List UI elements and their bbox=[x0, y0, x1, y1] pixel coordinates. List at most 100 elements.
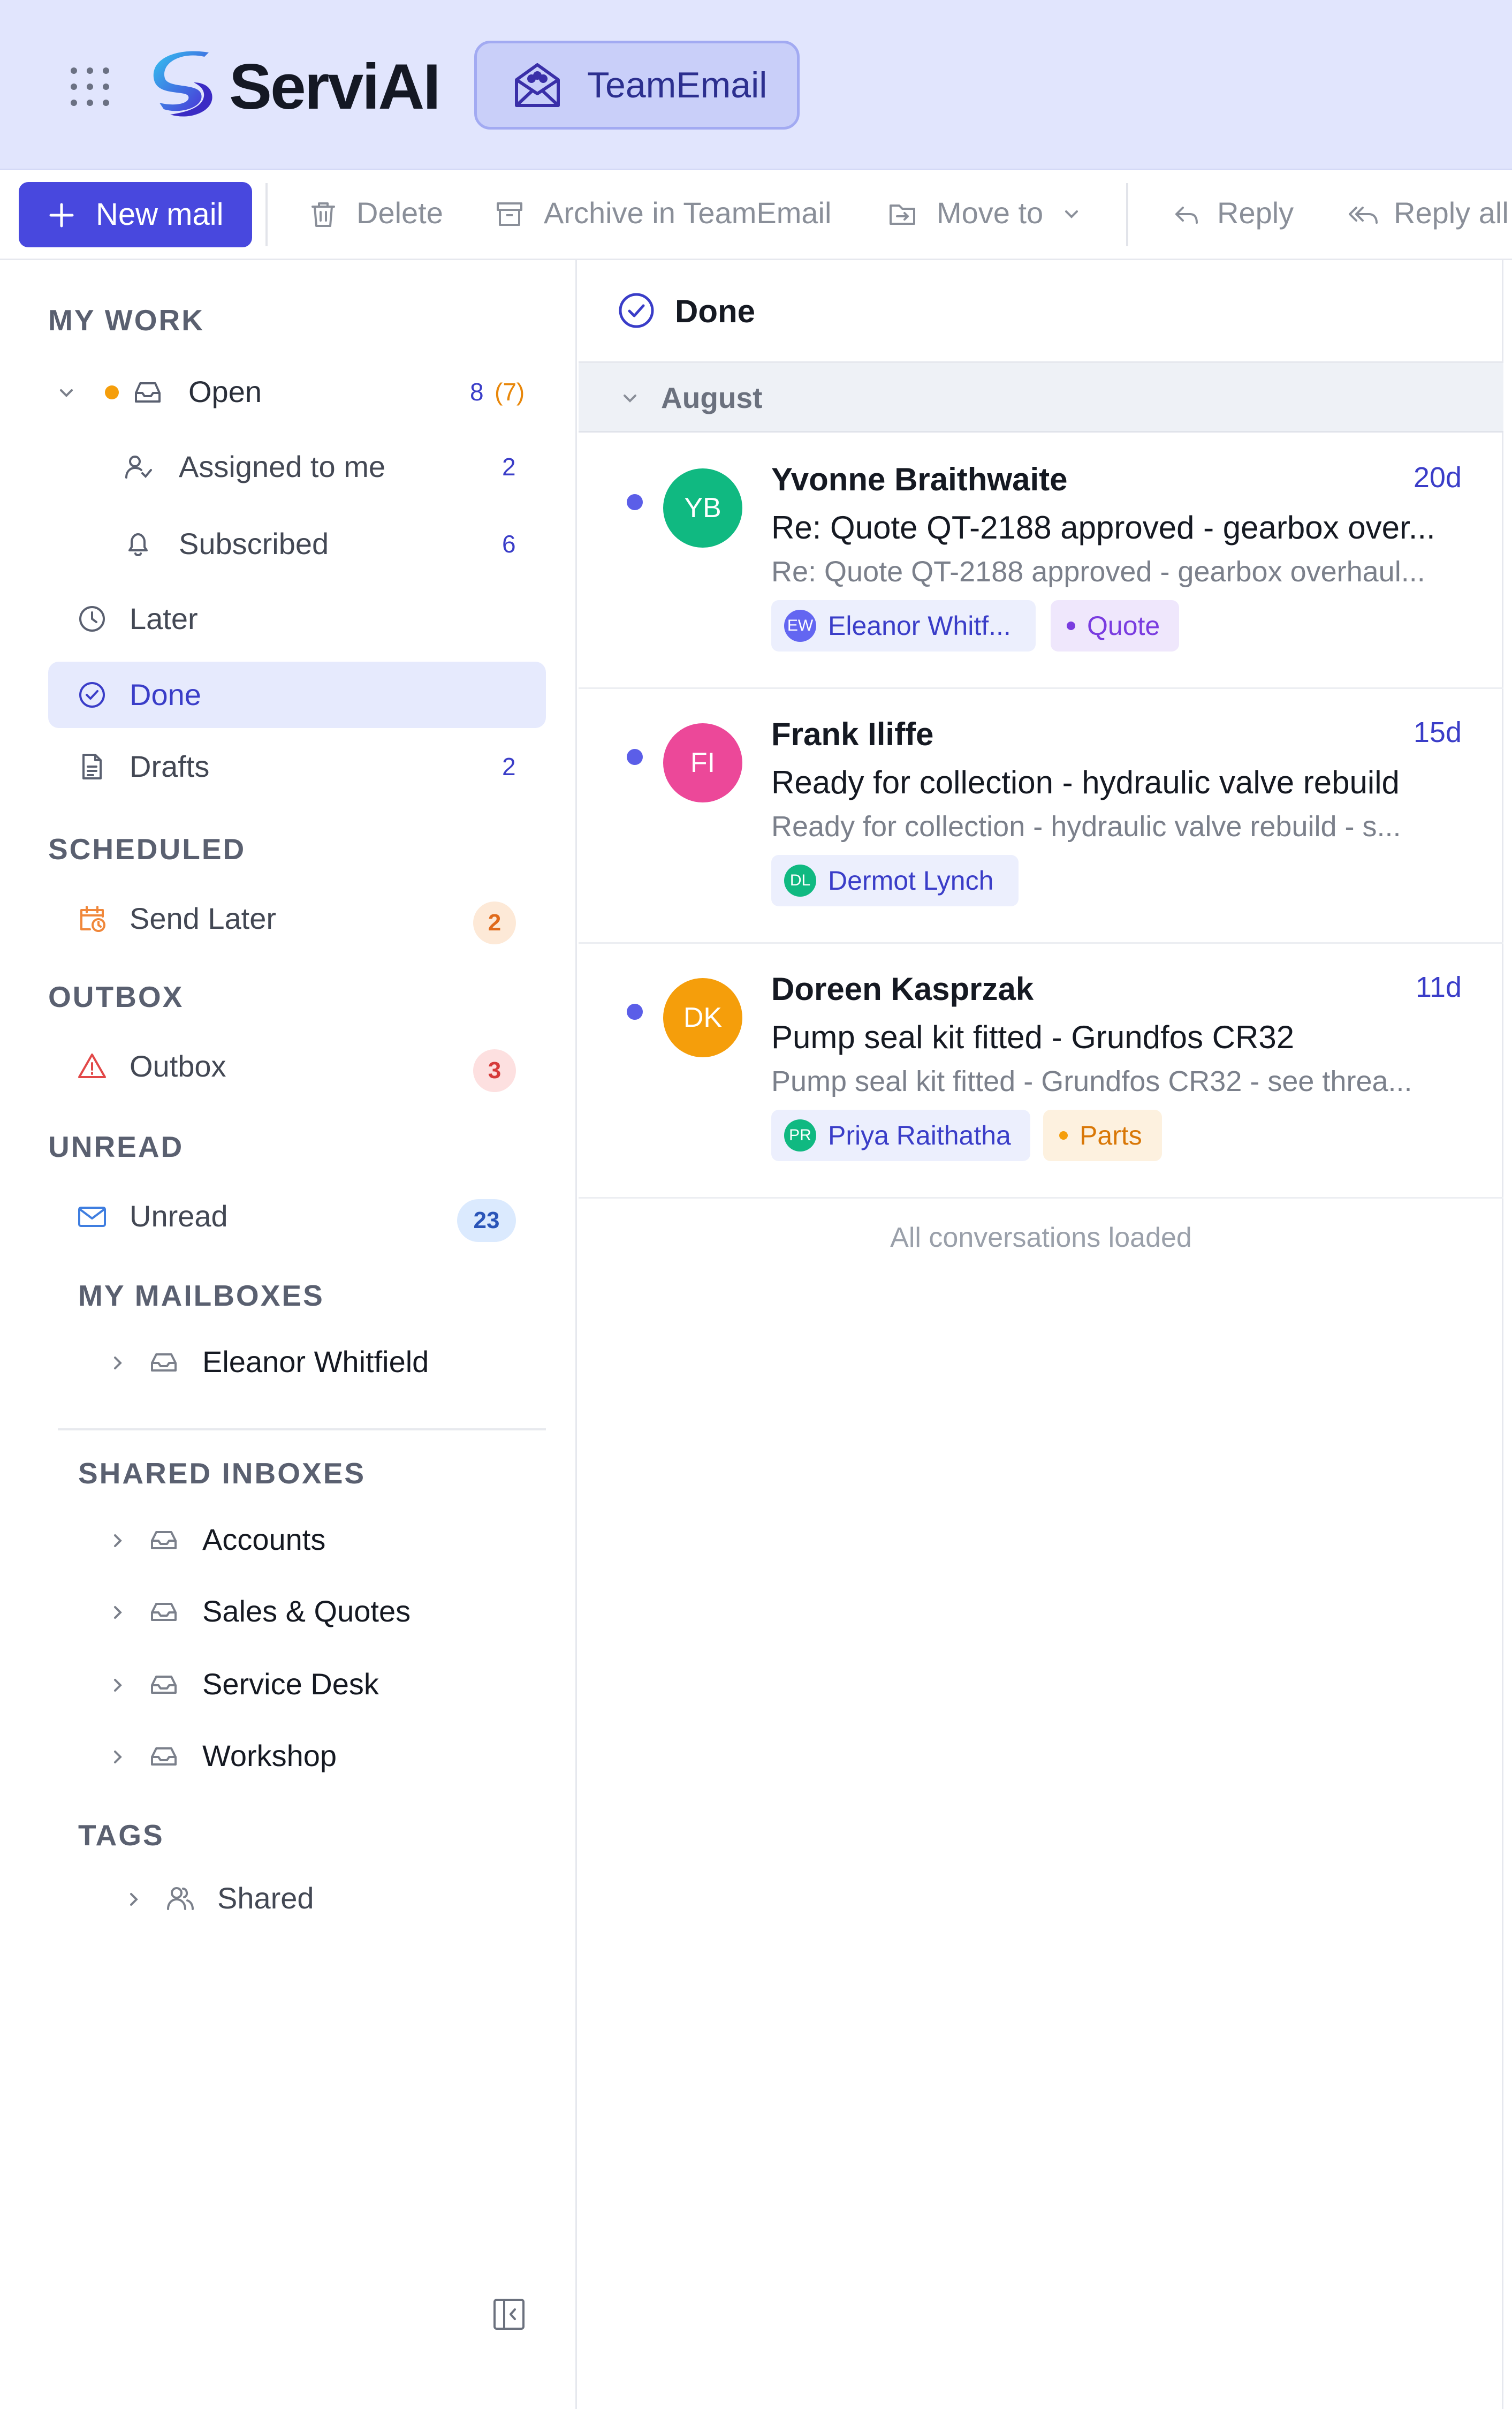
mailbox-eleanor-whitfield[interactable]: Eleanor Whitfield bbox=[107, 1335, 546, 1389]
chevron-down-icon bbox=[619, 388, 641, 409]
chevron-right-icon[interactable] bbox=[107, 1352, 128, 1374]
shared-inbox-service-desk[interactable]: Service Desk bbox=[107, 1657, 546, 1711]
sender-name: Frank Iliffe bbox=[771, 716, 934, 752]
shared-inbox-sales-quotes[interactable]: Sales & Quotes bbox=[107, 1585, 546, 1638]
chevron-down-icon[interactable] bbox=[56, 382, 77, 404]
section-shared-inboxes: SHARED INBOXES bbox=[78, 1457, 366, 1490]
users-icon bbox=[165, 1883, 195, 1913]
delete-button[interactable]: Delete bbox=[308, 170, 447, 260]
unread-dot bbox=[627, 749, 643, 765]
reply-label: Reply bbox=[1217, 196, 1294, 230]
outbox-count: 3 bbox=[473, 1049, 516, 1092]
team-mail-icon bbox=[512, 59, 563, 110]
reply-button[interactable]: Reply bbox=[1171, 170, 1310, 260]
unread-dot bbox=[627, 1004, 643, 1020]
new-mail-button[interactable]: New mail bbox=[19, 182, 252, 247]
section-my-mailboxes: MY MAILBOXES bbox=[78, 1279, 324, 1312]
chevron-right-icon[interactable] bbox=[107, 1602, 128, 1623]
shared-inbox-workshop[interactable]: Workshop bbox=[107, 1729, 546, 1783]
message-subject: Re: Quote QT-2188 approved - gearbox ove… bbox=[771, 510, 1435, 546]
open-status-dot bbox=[105, 385, 119, 399]
sidebar-collapse-icon[interactable] bbox=[491, 2297, 527, 2332]
move-to-label: Move to bbox=[937, 196, 1044, 230]
drafts-count: 2 bbox=[502, 753, 516, 781]
avatar: DK bbox=[663, 978, 742, 1057]
chevron-right-icon[interactable] bbox=[107, 1746, 128, 1768]
file-icon bbox=[77, 752, 107, 782]
teamemail-switcher[interactable]: TeamEmail bbox=[474, 41, 800, 130]
delete-label: Delete bbox=[356, 196, 443, 230]
sidebar-item-outbox[interactable]: Outbox 3 bbox=[48, 1040, 541, 1093]
apps-grid-icon[interactable] bbox=[70, 66, 110, 107]
sidebar-item-send-later[interactable]: Send Later 2 bbox=[48, 892, 541, 945]
tag-shared[interactable]: Shared bbox=[123, 1872, 546, 1925]
chevron-right-icon[interactable] bbox=[123, 1889, 145, 1910]
sidebar-divider bbox=[58, 1428, 546, 1430]
list-footer: All conversations loaded bbox=[890, 1222, 1192, 1253]
clock-icon bbox=[77, 604, 107, 634]
shared-inbox-label: Workshop bbox=[202, 1739, 337, 1772]
sidebar-item-drafts[interactable]: Drafts 2 bbox=[48, 740, 541, 793]
drafts-label: Drafts bbox=[130, 749, 210, 783]
chevron-right-icon[interactable] bbox=[107, 1530, 128, 1551]
plus-icon bbox=[49, 202, 74, 228]
tag-pill-parts[interactable]: Parts bbox=[1043, 1110, 1162, 1161]
assignee-name: Priya Raithatha bbox=[828, 1120, 1011, 1150]
sidebar-item-done[interactable]: Done bbox=[48, 662, 546, 728]
assignee-name: Dermot Lynch bbox=[828, 866, 994, 896]
mailbox-label: Eleanor Whitfield bbox=[202, 1345, 429, 1378]
tag-pill-quote[interactable]: Quote bbox=[1051, 600, 1179, 652]
chevron-down-icon bbox=[1061, 203, 1082, 225]
sidebar-item-assigned[interactable]: Assigned to me 2 bbox=[48, 440, 541, 494]
sidebar-item-subscribed[interactable]: Subscribed 6 bbox=[48, 517, 541, 571]
assignee-avatar: EW bbox=[784, 610, 816, 642]
new-mail-label: New mail bbox=[96, 197, 224, 232]
list-title: Done bbox=[675, 293, 755, 329]
avatar: FI bbox=[663, 723, 742, 802]
group-header-august[interactable]: August bbox=[579, 363, 1503, 433]
message-age: 20d bbox=[1413, 461, 1462, 494]
assignee-pill[interactable]: PR Priya Raithatha bbox=[771, 1110, 1030, 1161]
sidebar-item-open[interactable]: Open 8 (7) bbox=[48, 365, 541, 419]
sidebar-item-unread[interactable]: Unread 23 bbox=[48, 1190, 541, 1243]
message-age: 11d bbox=[1415, 971, 1462, 1003]
reply-all-button[interactable]: Reply all bbox=[1346, 170, 1512, 260]
message-preview: Re: Quote QT-2188 approved - gearbox ove… bbox=[771, 556, 1425, 588]
conversation-row[interactable]: YB Yvonne Braithwaite 20d Re: Quote QT-2… bbox=[579, 434, 1503, 689]
assignee-pill[interactable]: DL Dermot Lynch bbox=[771, 855, 1019, 906]
message-subject: Pump seal kit fitted - Grundfos CR32 bbox=[771, 1019, 1295, 1055]
assignee-avatar: PR bbox=[784, 1119, 816, 1152]
assigned-label: Assigned to me bbox=[179, 450, 385, 483]
sender-name: Yvonne Braithwaite bbox=[771, 461, 1068, 497]
send-later-label: Send Later bbox=[130, 902, 276, 935]
chevron-right-icon[interactable] bbox=[107, 1675, 128, 1696]
calendar-clock-icon bbox=[77, 904, 107, 934]
send-later-count: 2 bbox=[473, 902, 516, 944]
list-header: Done bbox=[579, 260, 1503, 363]
unread-label: Unread bbox=[130, 1199, 228, 1233]
unread-dot bbox=[627, 494, 643, 510]
open-count-secondary: (7) bbox=[495, 378, 525, 406]
conversation-list: Done August YB Yvonne Braithwaite 20d Re… bbox=[579, 260, 1503, 2409]
sidebar-item-later[interactable]: Later bbox=[48, 592, 541, 646]
section-tags: TAGS bbox=[78, 1819, 164, 1852]
reply-all-label: Reply all bbox=[1394, 196, 1509, 230]
inbox-icon bbox=[149, 1525, 179, 1555]
shared-inbox-accounts[interactable]: Accounts bbox=[107, 1513, 546, 1566]
subscribed-label: Subscribed bbox=[179, 527, 329, 560]
group-label: August bbox=[661, 381, 763, 414]
assignee-pill[interactable]: EW Eleanor Whitf... bbox=[771, 600, 1036, 652]
conversation-row[interactable]: DK Doreen Kasprzak 11d Pump seal kit fit… bbox=[579, 944, 1503, 1199]
section-unread: UNREAD bbox=[48, 1130, 184, 1163]
conversation-row[interactable]: FI Frank Iliffe 15d Ready for collection… bbox=[579, 689, 1503, 944]
trash-icon bbox=[308, 199, 338, 229]
toolbar: New mail Delete Archive in TeamEmail Mov… bbox=[0, 170, 1512, 260]
archive-button[interactable]: Archive in TeamEmail bbox=[495, 170, 842, 260]
app-header: ServiAI TeamEmail bbox=[0, 0, 1512, 170]
app-title: ServiAI bbox=[229, 51, 441, 123]
archive-icon bbox=[495, 199, 525, 229]
move-to-button[interactable]: Move to bbox=[887, 170, 1101, 260]
archive-label: Archive in TeamEmail bbox=[544, 196, 832, 230]
teamemail-label: TeamEmail bbox=[587, 65, 768, 105]
user-check-icon bbox=[123, 452, 153, 482]
